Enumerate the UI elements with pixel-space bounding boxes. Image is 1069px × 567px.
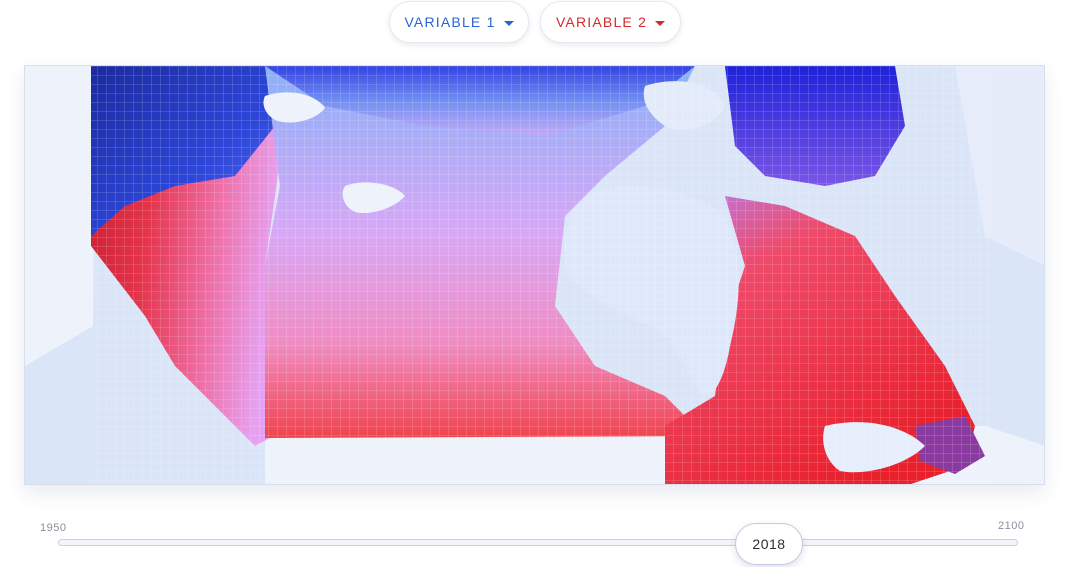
variable-2-dropdown[interactable]: VARIABLE 2 xyxy=(540,1,681,43)
map-canvas[interactable] xyxy=(25,66,1045,485)
variable-1-dropdown[interactable]: VARIABLE 1 xyxy=(389,1,529,43)
chevron-down-icon xyxy=(655,21,666,26)
chevron-down-icon xyxy=(503,21,514,26)
current-year-label: 2018 xyxy=(752,536,786,552)
map-panel[interactable] xyxy=(24,65,1045,485)
variable-1-label: VARIABLE 1 xyxy=(404,14,496,30)
variable-2-label: VARIABLE 2 xyxy=(555,14,648,30)
timeline-end-year: 2100 xyxy=(998,520,1025,532)
grid-overlay xyxy=(91,66,991,484)
timeline-handle[interactable]: 2018 xyxy=(735,523,803,565)
timeline-start-year: 1950 xyxy=(40,522,67,534)
alaska-land xyxy=(25,66,95,366)
timeline-track[interactable] xyxy=(58,539,1018,546)
climate-map-app: VARIABLE 1 VARIABLE 2 1950 2100 2018 xyxy=(0,0,1069,567)
